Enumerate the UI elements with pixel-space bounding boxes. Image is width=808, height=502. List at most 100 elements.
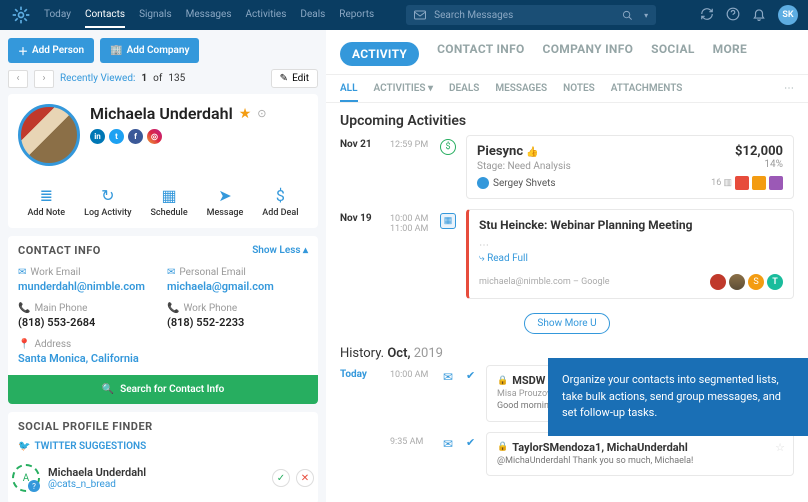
address: 📍Address Santa Monica, California	[18, 339, 308, 365]
topbar: Today Contacts Signals Messages Activiti…	[0, 0, 808, 30]
recently-viewed-label[interactable]: Recently Viewed:	[60, 73, 135, 84]
nav-today[interactable]: Today	[44, 9, 71, 22]
refresh-icon[interactable]	[700, 7, 714, 24]
tab-company-info[interactable]: COMPANY INFO	[543, 42, 634, 66]
message-card[interactable]: ☆ 🔒TaylorSMendoza1, MichaUnderdahl @Mich…	[486, 432, 794, 477]
event-attendees[interactable]: S T	[710, 274, 783, 290]
search-input[interactable]	[434, 10, 614, 21]
reject-suggestion-button[interactable]: ✕	[296, 469, 314, 487]
attendee-avatar: T	[767, 274, 783, 290]
event-times: 10:00 AM11:00 AM	[390, 209, 430, 299]
send-icon: ➤	[218, 186, 231, 205]
deal-time: 12:59 PM	[390, 135, 430, 199]
thumb-icon[interactable]: 👍	[526, 147, 538, 158]
app-logo[interactable]	[10, 4, 32, 26]
search-caret-icon[interactable]: ▾	[644, 11, 648, 20]
pager-prev[interactable]: ‹	[8, 70, 28, 88]
spf-title: SOCIAL PROFILE FINDER	[18, 420, 153, 433]
work-phone-value[interactable]: (818) 552-2233	[167, 316, 308, 329]
facebook-icon[interactable]: f	[128, 129, 143, 144]
subtab-activities[interactable]: ACTIVITIES ▾	[374, 83, 434, 102]
nav-signals[interactable]: Signals	[139, 9, 172, 22]
log-activity-action[interactable]: ↻Log Activity	[84, 186, 131, 218]
add-note-action[interactable]: ≣Add Note	[27, 186, 65, 218]
twitter-icon[interactable]: t	[109, 129, 124, 144]
subtab-attachments[interactable]: ATTACHMENTS	[611, 83, 683, 102]
tab-social[interactable]: SOCIAL	[651, 42, 694, 66]
verified-icon: ✔	[466, 436, 475, 449]
profile-picture[interactable]	[18, 104, 80, 166]
search-bar[interactable]: ▾	[406, 5, 656, 25]
suggestion-avatar[interactable]: A	[12, 464, 40, 492]
add-company-button[interactable]: 🏢 Add Company	[100, 38, 199, 63]
subtab-all[interactable]: ALL	[340, 83, 358, 102]
nav-deals[interactable]: Deals	[300, 9, 325, 22]
timeline-row-msg2: 9:35 AM ✉ ✔ ☆ 🔒TaylorSMendoza1, MichaUnd…	[340, 432, 794, 477]
deal-people[interactable]: 16 ▥	[711, 176, 783, 190]
show-less-toggle[interactable]: Show Less ▴	[252, 245, 308, 256]
mail-icon: ✉	[440, 369, 456, 385]
tab-more[interactable]: MORE	[713, 42, 747, 66]
work-phone: 📞Work Phone (818) 552-2233	[167, 303, 308, 329]
suggestion-handle[interactable]: @cats_n_bread	[48, 479, 146, 490]
nav-reports[interactable]: Reports	[339, 9, 374, 22]
nav-activities[interactable]: Activities	[245, 9, 286, 22]
verified-icon: ✔	[466, 369, 475, 382]
event-date: Nov 19	[340, 209, 382, 299]
pager-of: of	[153, 73, 162, 84]
add-deal-action[interactable]: $Add Deal	[262, 186, 298, 218]
read-full-link[interactable]: ⤷ Read Full	[479, 253, 783, 264]
search-icon[interactable]	[622, 10, 633, 21]
contact-name: Michaela Underdahl	[90, 104, 233, 123]
accept-suggestion-button[interactable]: ✓	[272, 469, 290, 487]
help-icon[interactable]	[726, 7, 740, 24]
mail-icon: ✉	[167, 267, 175, 278]
instagram-icon[interactable]: ◎	[147, 129, 162, 144]
dollar-icon: $	[276, 186, 285, 205]
deal-percent: 14%	[735, 159, 783, 170]
subtab-notes[interactable]: NOTES	[563, 83, 595, 102]
tab-activity[interactable]: ACTIVITY	[340, 42, 419, 66]
right-panel: ACTIVITY CONTACT INFO COMPANY INFO SOCIA…	[326, 30, 808, 502]
contact-menu-icon[interactable]: ⊙	[257, 107, 266, 120]
note-icon: ≣	[40, 186, 53, 205]
contact-info-card: CONTACT INFO Show Less ▴ ✉Work Email mun…	[8, 236, 318, 404]
user-avatar[interactable]: SK	[778, 5, 798, 25]
profile-card: Michaela Underdahl ★ ⊙ in t f ◎ ≣Add Not…	[8, 94, 318, 228]
work-email-value[interactable]: munderdahl@nimble.com	[18, 280, 159, 293]
twitter-suggestions-label[interactable]: 🐦TWITTER SUGGESTIONS	[18, 441, 308, 452]
subtab-overflow-icon[interactable]: ⋯	[784, 83, 794, 102]
nav-contacts[interactable]: Contacts	[85, 9, 125, 28]
msg1-time: 10:00 AM	[390, 365, 430, 422]
personal-email-value[interactable]: michaela@gmail.com	[167, 280, 308, 293]
main-phone: 📞Main Phone (818) 553-2684	[18, 303, 159, 329]
star-icon[interactable]: ☆	[775, 441, 785, 454]
calendar-icon: ▦	[162, 186, 177, 205]
subtab-messages[interactable]: MESSAGES	[495, 83, 547, 102]
add-person-button[interactable]: ＋ Add Person	[8, 38, 94, 63]
main-layout: ＋ Add Person 🏢 Add Company ‹ › Recently …	[0, 30, 808, 502]
address-value[interactable]: Santa Monica, California	[18, 352, 308, 365]
dollar-icon: $	[440, 139, 456, 155]
message-action[interactable]: ➤Message	[207, 186, 244, 218]
show-more-button[interactable]: Show More U	[524, 313, 609, 334]
tab-contact-info[interactable]: CONTACT INFO	[437, 42, 524, 66]
bell-icon[interactable]	[752, 7, 766, 24]
suggestion-name: Michaela Underdahl	[48, 466, 146, 479]
schedule-action[interactable]: ▦Schedule	[150, 186, 187, 218]
main-phone-value[interactable]: (818) 553-2684	[18, 316, 159, 329]
subtab-deals[interactable]: DEALS	[449, 83, 479, 102]
personal-email: ✉Personal Email michaela@gmail.com	[167, 267, 308, 293]
search-contact-info-button[interactable]: 🔍 Search for Contact Info	[8, 375, 318, 404]
attendee-avatar: S	[748, 274, 764, 290]
edit-button[interactable]: ✎ Edit	[271, 69, 318, 88]
msg2-preview: @MichaUnderdahl Thank you so much, Micha…	[497, 456, 783, 468]
star-icon[interactable]: ★	[239, 106, 252, 122]
nav-messages[interactable]: Messages	[186, 9, 232, 22]
linkedin-icon[interactable]: in	[90, 129, 105, 144]
event-divider: ⋯	[479, 240, 783, 251]
pager-next[interactable]: ›	[34, 70, 54, 88]
deal-card[interactable]: Piesync 👍 Stage: Need Analysis $12,000 1…	[466, 135, 794, 199]
owner-avatar	[477, 177, 489, 189]
event-card[interactable]: Stu Heincke: Webinar Planning Meeting ⋯ …	[466, 209, 794, 299]
